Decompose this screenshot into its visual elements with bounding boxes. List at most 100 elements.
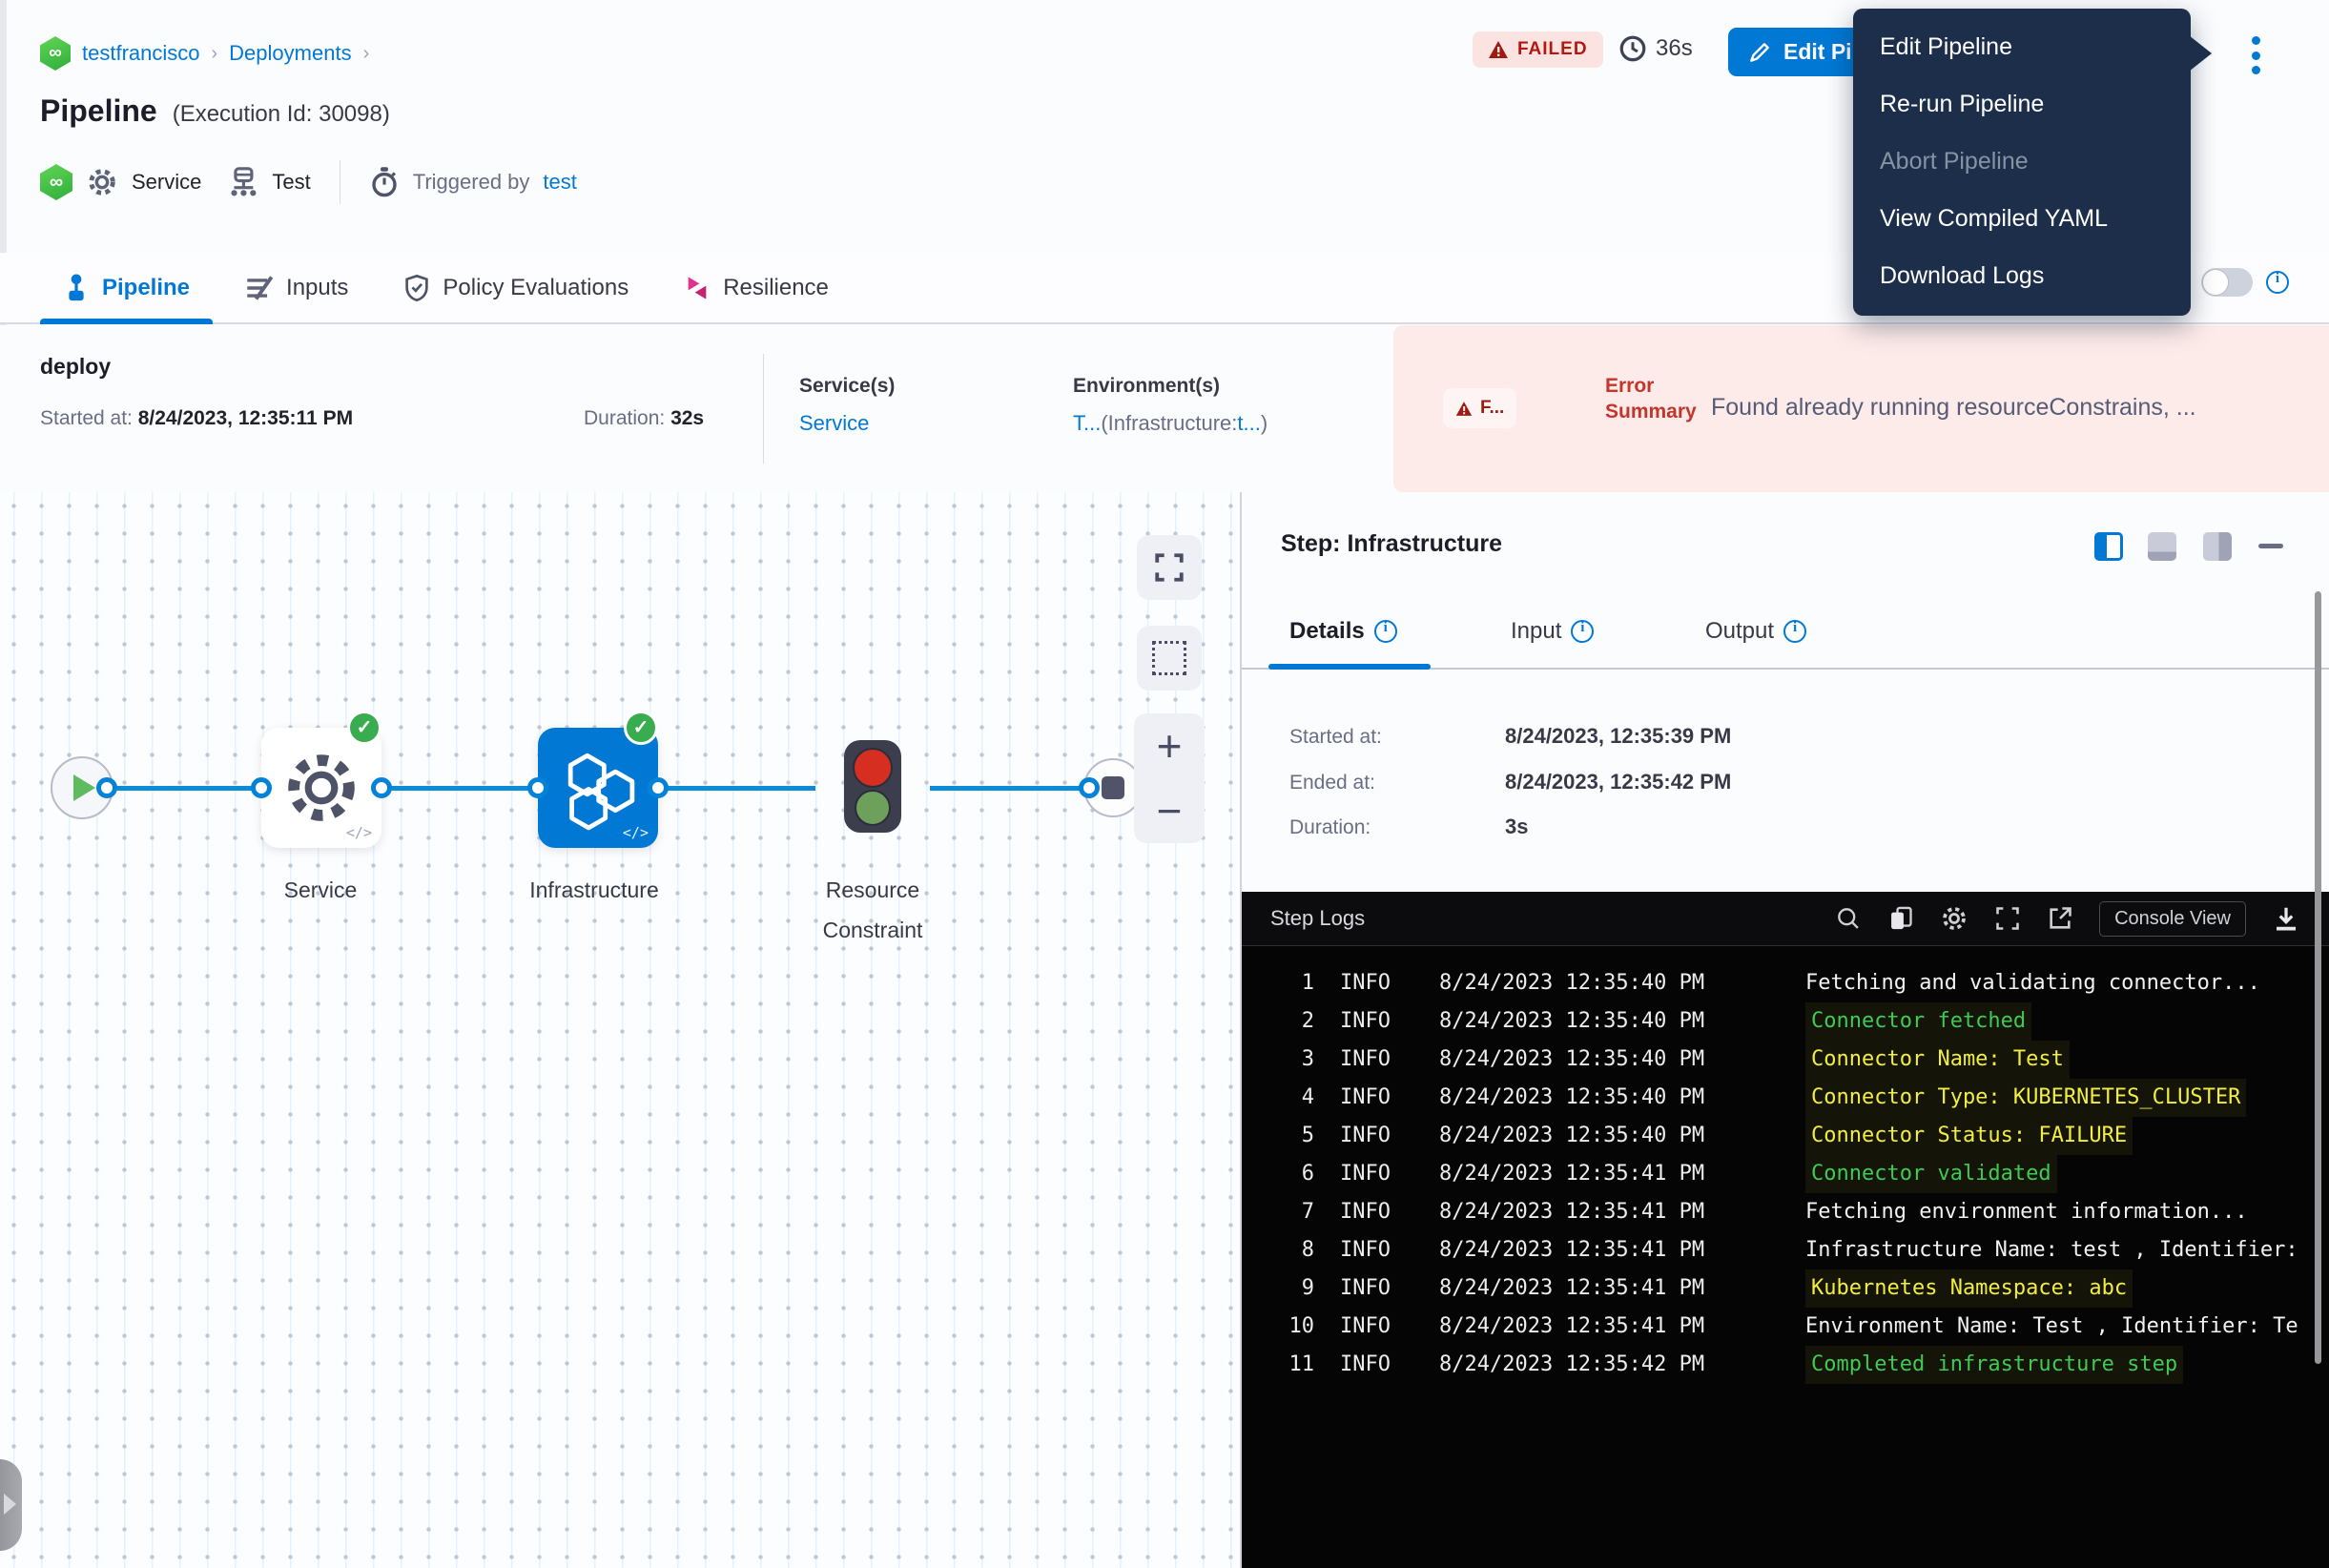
page-title: Pipeline: [40, 93, 157, 129]
menu-item[interactable]: Re-run Pipeline: [1853, 75, 2191, 133]
harness-cd-icon: ∞: [40, 36, 71, 71]
service-step-node[interactable]: </>: [261, 728, 381, 848]
log-line-number: 2: [1242, 1002, 1314, 1041]
menu-item[interactable]: Abort Pipeline: [1853, 133, 2191, 190]
zoom-in-button[interactable]: +: [1157, 727, 1183, 765]
fullscreen-canvas-button[interactable]: [1137, 535, 1202, 600]
pipeline-graph-canvas[interactable]: </> ✓ </> ✓ Service Infrastructure Resou…: [0, 492, 1242, 1568]
pipeline-icon: [63, 274, 90, 302]
info-icon[interactable]: [1374, 620, 1397, 643]
panel-scrollbar[interactable]: [2315, 591, 2321, 1364]
more-options-kebab-icon[interactable]: [2246, 34, 2265, 76]
divider: [763, 354, 764, 464]
console-view-button[interactable]: Console View: [2099, 901, 2246, 937]
minimize-panel-icon[interactable]: [2258, 544, 2283, 548]
duration-value: 3s: [1505, 815, 1528, 839]
chevron-right-icon: ›: [212, 43, 218, 65]
tab-inputs[interactable]: Inputs: [245, 253, 348, 322]
infrastructure-step-node[interactable]: </>: [538, 728, 658, 848]
active-tab-underline: [1268, 664, 1431, 670]
marquee-select-button[interactable]: [1137, 626, 1202, 691]
log-level: INFO: [1340, 1155, 1401, 1193]
trigger-name[interactable]: Test: [272, 170, 310, 195]
tab-input[interactable]: Input: [1511, 618, 1594, 645]
resource-constraint-node[interactable]: [844, 740, 901, 833]
menu-item[interactable]: View Compiled YAML: [1853, 190, 2191, 247]
breadcrumb: ∞ testfrancisco › Deployments ›: [40, 36, 369, 71]
log-line: 6 INFO 8/24/2023 12:35:41 PM Connector v…: [1242, 1155, 2329, 1193]
stop-icon: [1102, 776, 1124, 799]
right-view-icon[interactable]: [2203, 532, 2232, 561]
log-timestamp: 8/24/2023 12:35:41 PM: [1439, 1231, 1737, 1269]
triggered-by-value[interactable]: test: [543, 170, 576, 195]
info-icon[interactable]: [1571, 620, 1594, 643]
debug-toggle[interactable]: [2201, 268, 2253, 297]
log-timestamp: 8/24/2023 12:35:42 PM: [1439, 1346, 1737, 1384]
tab-policy-evaluations[interactable]: Policy Evaluations: [403, 253, 629, 322]
marquee-icon: [1152, 641, 1186, 675]
code-glyph: </>: [623, 824, 649, 841]
edge-port[interactable]: [527, 777, 548, 798]
info-icon[interactable]: [1783, 620, 1806, 643]
log-message: Environment Name: Test , Identifier: Te: [1805, 1308, 2298, 1346]
info-icon[interactable]: [2266, 271, 2289, 294]
edge: [930, 786, 1089, 791]
menu-item[interactable]: Edit Pipeline: [1853, 18, 2191, 75]
breadcrumb-deployments[interactable]: Deployments: [229, 41, 351, 66]
warning-triangle-icon: [1488, 40, 1509, 59]
execution-id: (Execution Id: 30098): [173, 101, 390, 128]
menu-item-label: Re-run Pipeline: [1880, 91, 2044, 118]
error-summary-label: ErrorSummary: [1605, 373, 1712, 424]
fullscreen-icon[interactable]: [1994, 905, 2021, 932]
zoom-out-button[interactable]: −: [1157, 792, 1183, 830]
log-line: 11 INFO 8/24/2023 12:35:42 PM Completed …: [1242, 1346, 2329, 1384]
tab-resilience-label: Resilience: [723, 275, 829, 301]
environments-header: Environment(s): [1073, 375, 1220, 398]
tab-pipeline[interactable]: Pipeline: [63, 253, 190, 322]
red-light: [853, 748, 893, 788]
pencil-icon: [1747, 40, 1772, 65]
log-message: Infrastructure Name: test , Identifier:: [1805, 1231, 2298, 1269]
environment-value[interactable]: T...(Infrastructure:t...): [1073, 411, 1268, 436]
log-line-number: 1: [1242, 964, 1314, 1002]
menu-item-label: Abort Pipeline: [1880, 148, 2029, 175]
step-logs-header: Step Logs: [1242, 892, 2329, 946]
log-message: Completed infrastructure step: [1805, 1346, 2183, 1384]
edge-port[interactable]: [251, 777, 272, 798]
edge-port[interactable]: [648, 777, 669, 798]
log-level: INFO: [1340, 1193, 1401, 1231]
edge-port[interactable]: [96, 777, 117, 798]
started-at-label: Started at:: [1289, 726, 1382, 749]
left-drawer-handle[interactable]: [0, 1459, 22, 1551]
edge: [658, 786, 815, 791]
download-icon[interactable]: [2272, 904, 2300, 933]
copy-icon[interactable]: [1887, 905, 1914, 932]
log-message: Connector Name: Test: [1805, 1041, 2070, 1079]
green-light: [855, 790, 891, 826]
service-link[interactable]: Service: [799, 411, 869, 436]
stage-name[interactable]: deploy: [40, 354, 111, 380]
open-in-new-icon[interactable]: [2047, 905, 2073, 932]
breadcrumb-project[interactable]: testfrancisco: [82, 41, 200, 66]
pipeline-execution-page: ∞ testfrancisco › Deployments › Pipeline…: [0, 0, 2329, 1568]
edge-port[interactable]: [371, 777, 392, 798]
log-lines[interactable]: 1 INFO 8/24/2023 12:35:40 PM Fetching an…: [1242, 947, 2329, 1568]
bottom-view-icon[interactable]: [2148, 532, 2176, 561]
log-line: 10 INFO 8/24/2023 12:35:41 PM Environmen…: [1242, 1308, 2329, 1346]
error-summary-message[interactable]: Found already running resourceConstrains…: [1711, 394, 2319, 422]
service-node-label: Service: [235, 870, 406, 910]
step-logs-title: Step Logs: [1270, 906, 1365, 931]
tab-output[interactable]: Output: [1705, 618, 1806, 645]
service-name[interactable]: Service: [132, 170, 201, 195]
log-timestamp: 8/24/2023 12:35:40 PM: [1439, 1079, 1737, 1117]
log-line-number: 11: [1242, 1346, 1314, 1384]
tab-details[interactable]: Details: [1289, 618, 1397, 645]
gear-icon[interactable]: [1940, 904, 1968, 933]
log-line: 1 INFO 8/24/2023 12:35:40 PM Fetching an…: [1242, 964, 2329, 1002]
tab-resilience[interactable]: Resilience: [684, 253, 829, 322]
tab-inputs-label: Inputs: [286, 275, 348, 301]
search-icon[interactable]: [1835, 905, 1862, 932]
split-view-icon[interactable]: [2094, 532, 2123, 561]
menu-item[interactable]: Download Logs: [1853, 247, 2191, 304]
edge-port[interactable]: [1079, 777, 1100, 798]
